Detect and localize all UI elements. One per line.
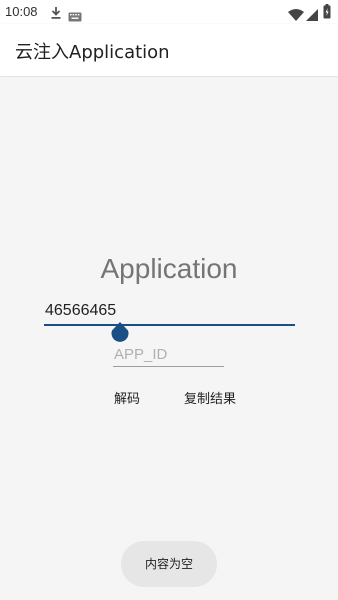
download-icon bbox=[50, 5, 62, 24]
app-title: 云注入Application bbox=[15, 42, 170, 63]
main-content bbox=[0, 77, 338, 600]
app-bar: 云注入Application bbox=[0, 24, 338, 76]
toast-message: 内容为空 bbox=[121, 541, 217, 587]
app-id-input[interactable] bbox=[113, 344, 224, 367]
battery-icon bbox=[323, 4, 331, 23]
status-bar: 10:08 bbox=[0, 0, 338, 24]
copy-result-button[interactable]: 复制结果 bbox=[184, 388, 236, 407]
text-cursor-handle-icon[interactable] bbox=[111, 322, 129, 342]
wifi-icon bbox=[288, 6, 304, 25]
decode-button[interactable]: 解码 bbox=[114, 388, 140, 407]
decode-input[interactable] bbox=[44, 300, 295, 326]
status-time: 10:08 bbox=[5, 4, 38, 19]
signal-icon bbox=[306, 6, 318, 25]
page-heading: Application bbox=[100, 253, 238, 284]
